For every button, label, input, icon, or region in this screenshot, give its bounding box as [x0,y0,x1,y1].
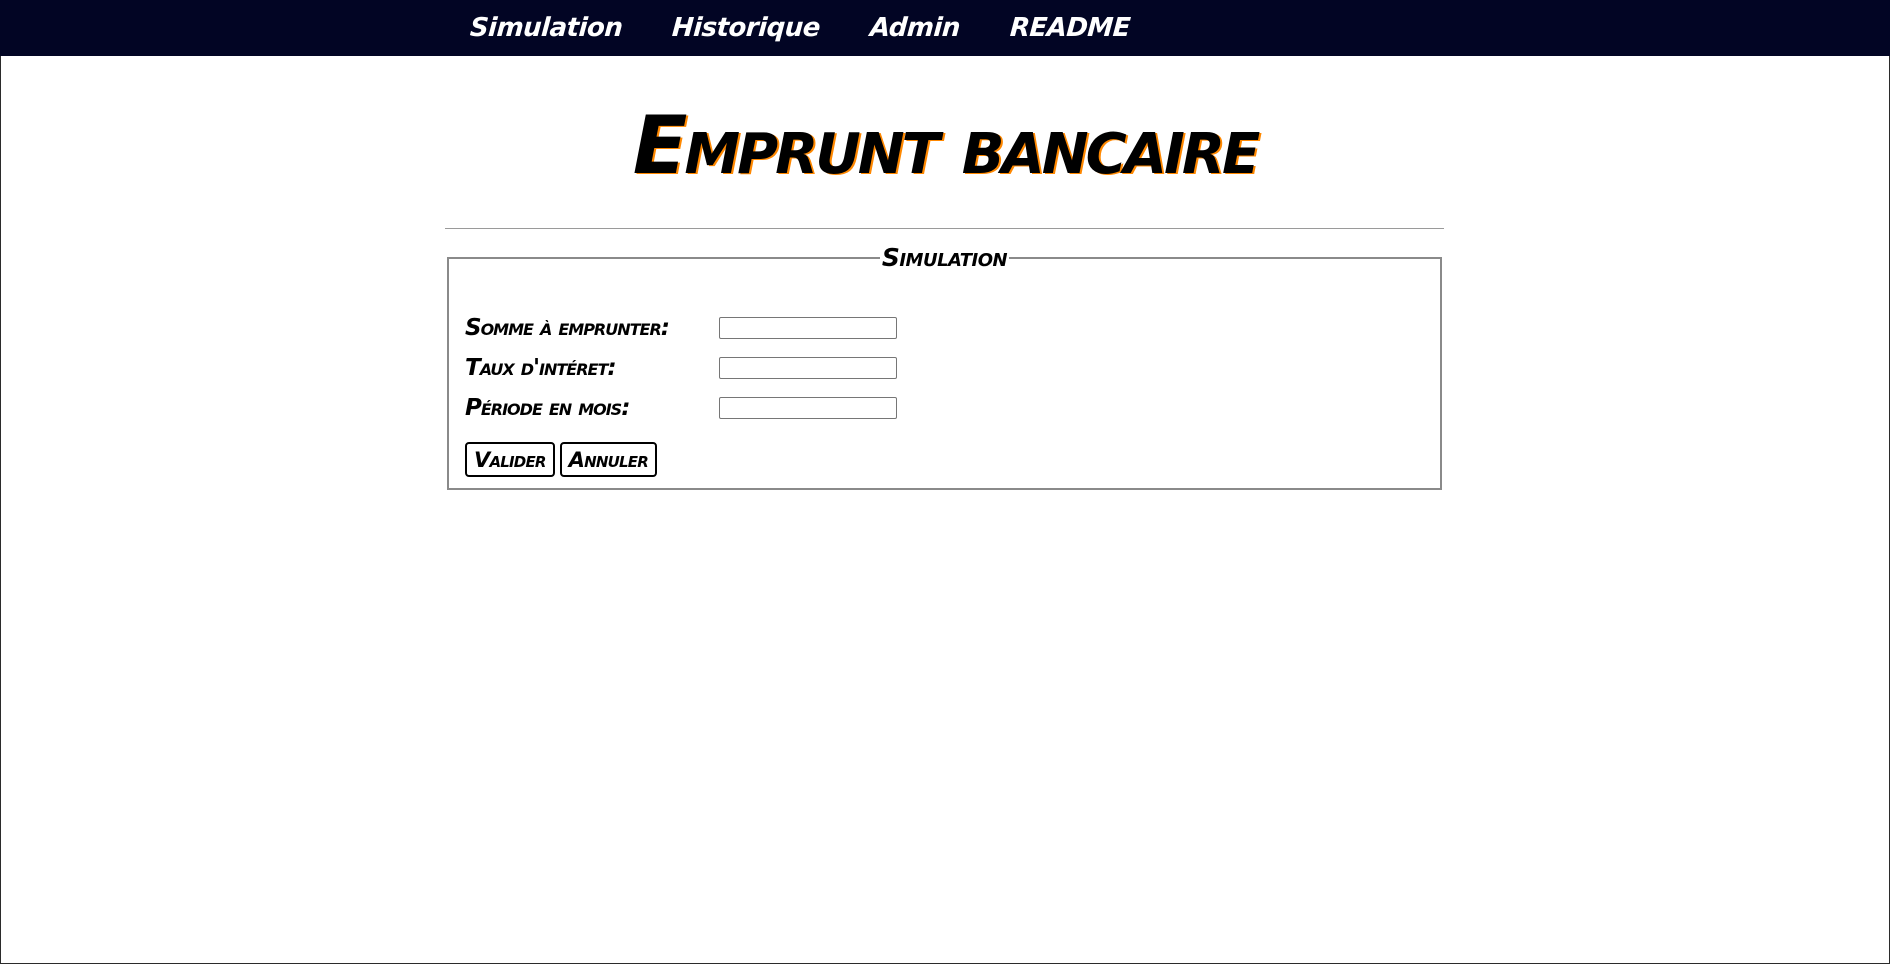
nav-item-readme: README [1008,0,1132,56]
nav-link-simulation[interactable]: Simulation [468,0,624,56]
taux-input[interactable] [719,357,897,379]
nav-link-readme[interactable]: README [1008,0,1132,56]
nav-link-admin[interactable]: Admin [868,0,962,56]
annuler-button[interactable]: Annuler [559,442,657,477]
valider-button[interactable]: Valider [465,442,555,477]
nav-item-simulation: Simulation [468,0,624,56]
simulation-legend: Simulation [881,243,1008,272]
periode-input[interactable] [719,397,897,419]
periode-label: Période en mois: [465,395,630,421]
nav-item-admin: Admin [868,0,962,56]
form-buttons: Valider Annuler [465,442,657,477]
form-row-periode: Période en mois: [465,395,897,421]
form-row-taux: Taux d'intéret: [465,355,897,381]
title-divider [445,228,1444,229]
simulation-fieldset: Simulation Somme à emprunter: Taux d'int… [447,244,1442,490]
form-row-somme: Somme à emprunter: [465,315,897,341]
page-title: Emprunt bancaire [632,99,1260,192]
nav-link-historique[interactable]: Historique [670,0,822,56]
nav-list: Simulation Historique Admin README [468,0,1132,56]
taux-label: Taux d'intéret: [465,355,617,381]
somme-input[interactable] [719,317,897,339]
nav-item-historique: Historique [670,0,822,56]
somme-label: Somme à emprunter: [465,315,670,341]
top-navbar: Simulation Historique Admin README [0,0,1890,56]
